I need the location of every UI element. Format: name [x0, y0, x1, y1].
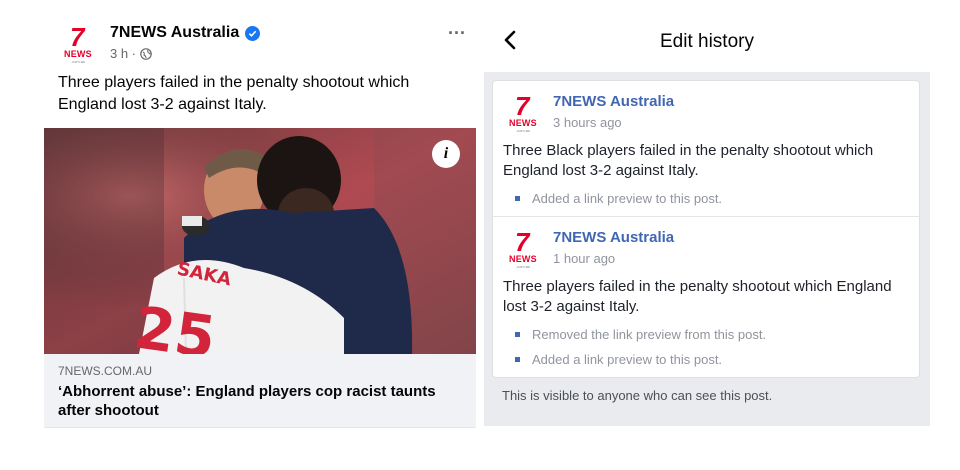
page-name-link[interactable]: 7NEWS Australia	[110, 24, 239, 42]
entry-timestamp: 1 hour ago	[553, 251, 616, 266]
change-note: Added a link preview to this post.	[515, 352, 722, 367]
info-icon[interactable]: i	[432, 140, 460, 168]
post-header: 7NEWS Australia	[110, 24, 261, 42]
bullet-icon	[515, 357, 520, 362]
logo-sub: .com.au	[71, 59, 86, 64]
logo-sub: .com.au	[516, 128, 531, 133]
change-note: Added a link preview to this post.	[515, 191, 722, 206]
link-title[interactable]: ‘Abhorrent abuse’: England players cop r…	[58, 382, 468, 420]
entry-page-name[interactable]: 7NEWS Australia	[553, 93, 674, 110]
link-preview-image[interactable]: SAKA 25 i	[44, 128, 476, 354]
post-meta: 3 h ·	[110, 46, 152, 61]
logo-word: NEWS	[64, 49, 92, 59]
edit-history-list: 7 NEWS .com.au 7NEWS Australia 3 hours a…	[492, 80, 920, 378]
edit-history-entry: 7 NEWS .com.au 7NEWS Australia 1 hour ag…	[493, 217, 919, 379]
entry-timestamp: 3 hours ago	[553, 115, 622, 130]
link-domain: 7NEWS.COM.AU	[58, 364, 153, 378]
edit-history-title: Edit history	[660, 31, 754, 52]
page-avatar-logo[interactable]: 7 NEWS .com.au	[62, 22, 100, 64]
logo-word: NEWS	[509, 254, 537, 264]
jersey-number: 25	[130, 293, 219, 354]
more-options-icon[interactable]: ...	[448, 18, 466, 39]
logo-word: NEWS	[509, 118, 537, 128]
verified-badge-icon	[245, 25, 261, 41]
entry-text: Three players failed in the penalty shoo…	[503, 278, 892, 315]
logo-sub: .com.au	[516, 264, 531, 269]
change-note-text: Added a link preview to this post.	[532, 191, 723, 206]
change-note-text: Removed the link preview from this post.	[532, 327, 767, 342]
bullet-icon	[515, 196, 520, 201]
entry-avatar-logo[interactable]: 7 NEWS .com.au	[507, 227, 545, 269]
edit-history-entry: 7 NEWS .com.au 7NEWS Australia 3 hours a…	[493, 81, 919, 216]
entry-page-name[interactable]: 7NEWS Australia	[553, 229, 674, 246]
change-note: Removed the link preview from this post.	[515, 327, 766, 342]
post-text: Three players failed in the penalty shoo…	[58, 74, 410, 113]
entry-avatar-logo[interactable]: 7 NEWS .com.au	[507, 91, 545, 133]
globe-icon	[140, 47, 152, 60]
link-preview-card[interactable]: SAKA 25 i 7NEWS.COM.AU ‘Abhorrent abuse’…	[44, 128, 476, 428]
edit-history-panel: 7 NEWS .com.au 7NEWS Australia 3 hours a…	[484, 72, 930, 426]
edit-history-header: Edit history	[484, 22, 930, 62]
visibility-note: This is visible to anyone who can see th…	[502, 388, 773, 403]
change-note-text: Added a link preview to this post.	[532, 352, 723, 367]
bullet-icon	[515, 332, 520, 337]
post-timestamp[interactable]: 3 h ·	[110, 46, 136, 61]
entry-text: Three Black players failed in the penalt…	[503, 142, 874, 179]
